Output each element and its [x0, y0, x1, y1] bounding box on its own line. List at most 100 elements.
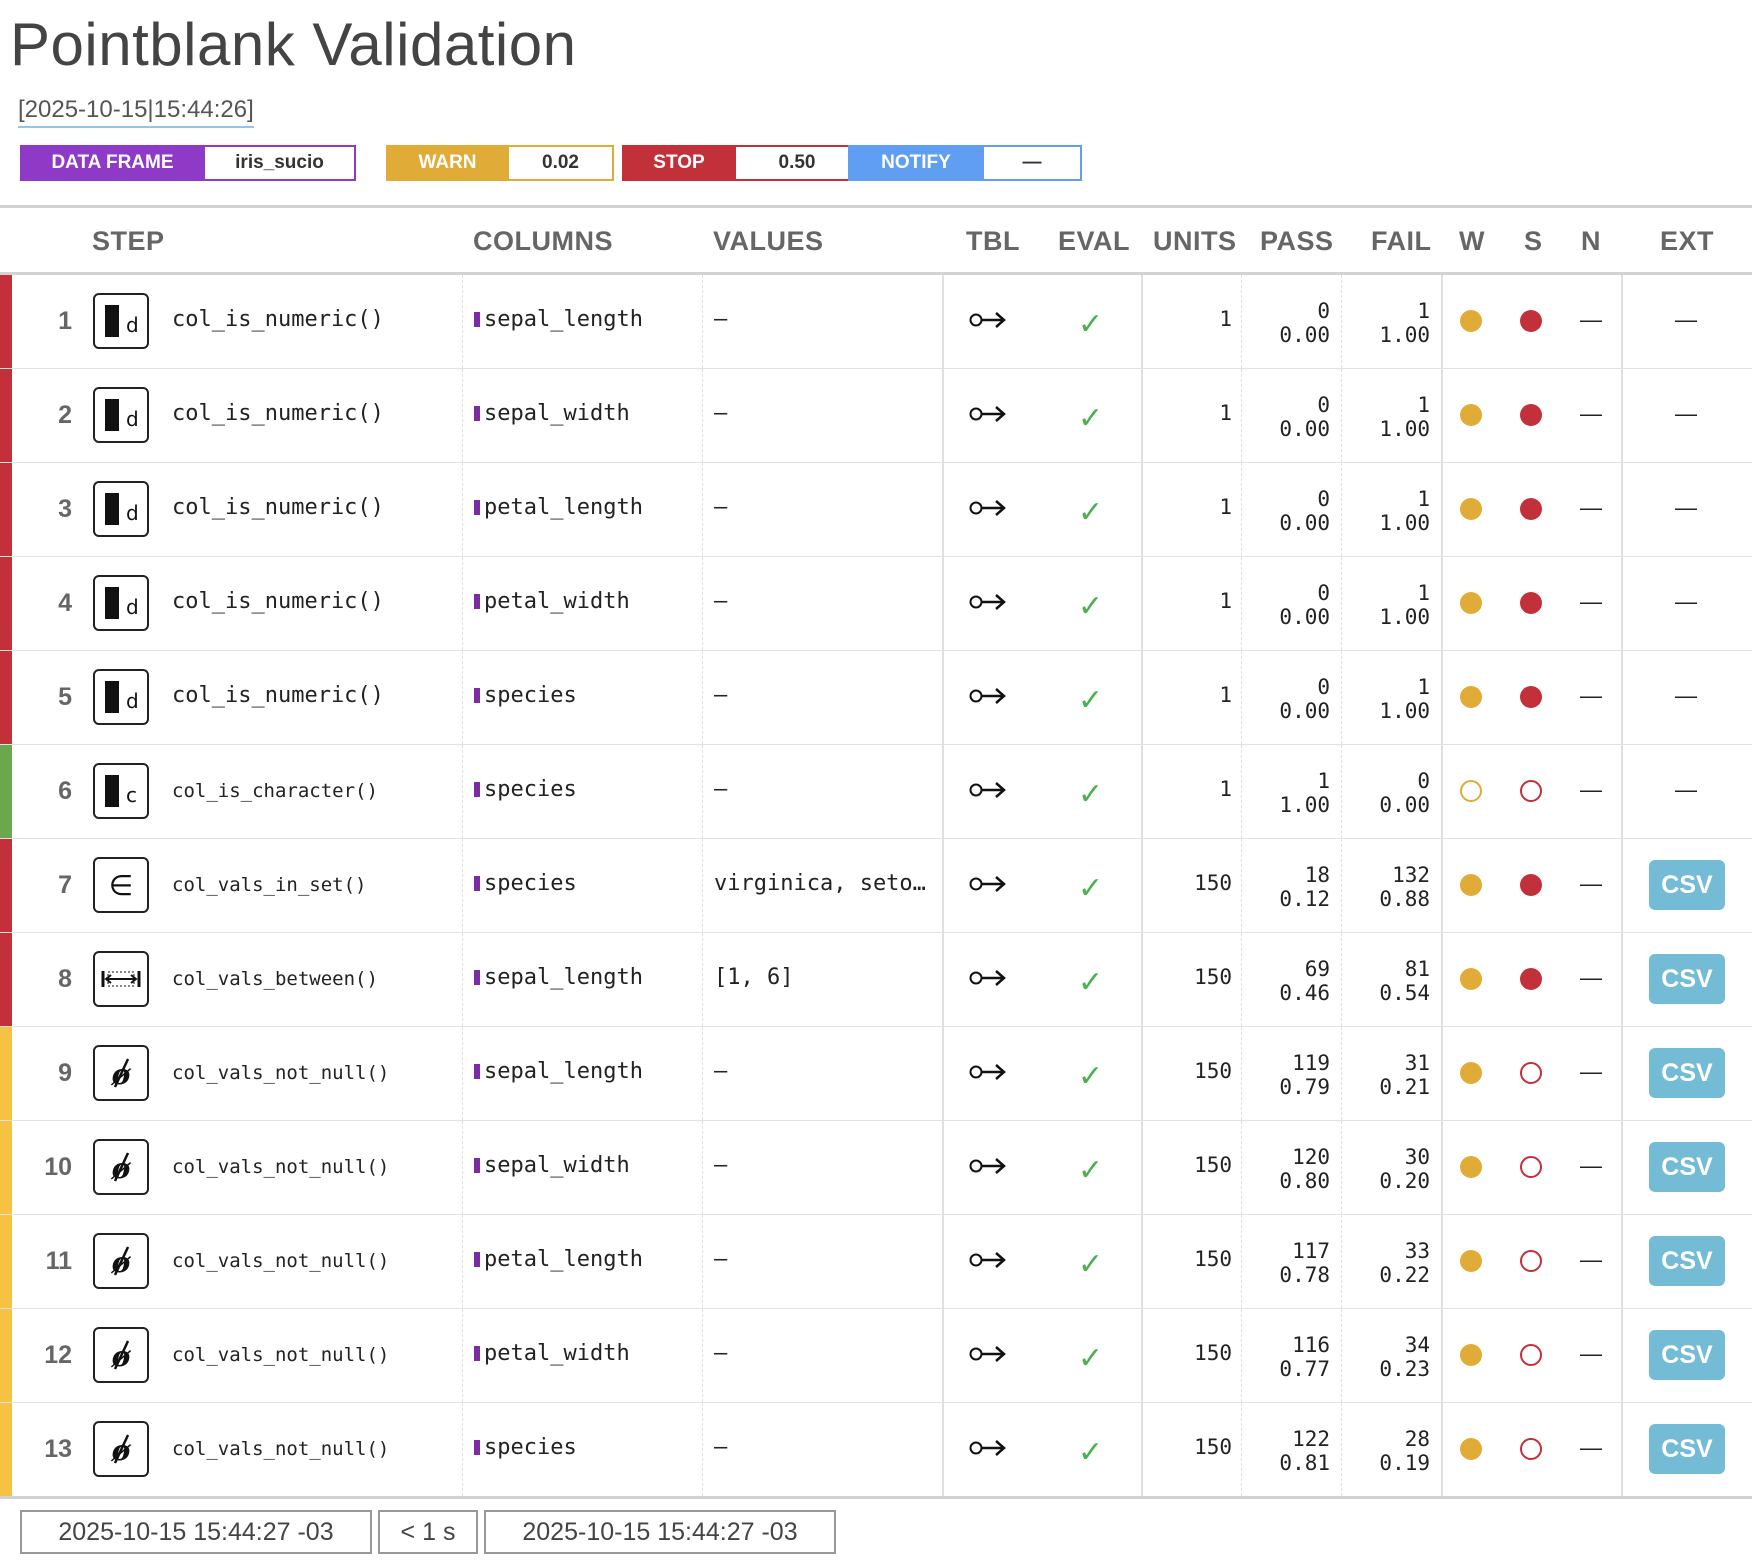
fail-fraction: 1.00 [1379, 699, 1430, 723]
pass-count: 119 [1292, 1051, 1330, 1075]
status-stripe [0, 1121, 12, 1214]
fail-fraction: 0.54 [1379, 981, 1430, 1005]
values-cell: — [714, 1059, 728, 1084]
column-divider [1621, 1027, 1623, 1120]
csv-download-button[interactable]: CSV [1649, 860, 1725, 910]
table-preview-icon [968, 1245, 1008, 1280]
notify-cell: — [1580, 401, 1602, 426]
header-eval: EVAL [1058, 226, 1131, 256]
pass-fraction: 1.00 [1279, 793, 1330, 817]
data-frame-badge: DATA FRAME iris_sucio [20, 145, 356, 181]
end-time: 2025-10-15 15:44:27 -03 [484, 1510, 836, 1554]
values-cell: — [714, 1247, 728, 1272]
warn-indicator-icon [1460, 1156, 1482, 1178]
column-divider [1621, 839, 1623, 932]
csv-download-button[interactable]: CSV [1649, 1048, 1725, 1098]
pass-cell: 0 0.00 [1240, 487, 1330, 535]
notify-cell: — [1580, 1059, 1602, 1084]
step-number: 9 [58, 1059, 72, 1087]
stop-indicator-icon [1520, 1344, 1542, 1366]
column-divider [1621, 745, 1623, 838]
fail-cell: 34 0.23 [1340, 1333, 1430, 1381]
values-cell: — [714, 401, 728, 426]
column-divider [462, 839, 463, 932]
notify-cell: — [1580, 307, 1602, 332]
csv-download-button[interactable]: CSV [1649, 1330, 1725, 1380]
notify-cell: — [1580, 1247, 1602, 1272]
fail-cell: 1 1.00 [1340, 487, 1430, 535]
units-cell: 150 [1194, 965, 1232, 989]
csv-download-button[interactable]: CSV [1649, 1236, 1725, 1286]
column-divider [1441, 651, 1443, 744]
column-name: petal_width [474, 589, 630, 614]
column-divider [942, 1403, 944, 1496]
values-cell: — [714, 1341, 728, 1366]
column-divider [702, 651, 703, 744]
fail-fraction: 0.88 [1379, 887, 1430, 911]
column-divider [1441, 1309, 1443, 1402]
svg-text:d: d [126, 595, 139, 619]
units-cell: 1 [1219, 401, 1232, 425]
column-divider [462, 463, 463, 556]
column-divider [1621, 1215, 1623, 1308]
units-cell: 1 [1219, 777, 1232, 801]
values-cell: — [714, 683, 728, 708]
pass-fraction: 0.00 [1279, 699, 1330, 723]
stop-indicator-icon [1520, 404, 1542, 426]
table-preview-icon [968, 1151, 1008, 1186]
fail-cell: 30 0.20 [1340, 1145, 1430, 1193]
units-cell: 150 [1194, 1153, 1232, 1177]
notify-cell: — [1580, 965, 1602, 990]
stop-indicator-icon [1520, 498, 1542, 520]
notify-cell: — [1580, 1341, 1602, 1366]
notify-cell: — [1580, 589, 1602, 614]
csv-download-button[interactable]: CSV [1649, 1424, 1725, 1474]
table-preview-icon [968, 681, 1008, 716]
warn-indicator-icon [1460, 404, 1482, 426]
table-preview-icon [968, 869, 1008, 904]
header-step: STEP [92, 226, 165, 256]
table-row: 13 ø col_vals_not_null() species — ✓ 150 1220.8… [0, 1403, 1752, 1496]
column-divider [1621, 275, 1623, 368]
column-divider [702, 557, 703, 650]
svg-text:d: d [126, 501, 139, 525]
column-divider [942, 1215, 944, 1308]
pass-cell: 119 0.79 [1240, 1051, 1330, 1099]
step-function: col_is_numeric() [172, 683, 384, 708]
pass-cell: 120 0.80 [1240, 1145, 1330, 1193]
header-columns: COLUMNS [473, 226, 613, 256]
step-function: col_vals_not_null() [172, 1062, 390, 1084]
csv-download-button[interactable]: CSV [1649, 1142, 1725, 1192]
svg-text:c: c [126, 783, 137, 807]
fail-count: 1 [1417, 299, 1430, 323]
validation-timestamp: [2025-10-15|15:44:26] [18, 96, 254, 128]
step-function: col_vals_not_null() [172, 1250, 390, 1272]
column-divider [702, 1121, 703, 1214]
header-ext: EXT [1660, 226, 1715, 256]
fail-count: 0 [1417, 769, 1430, 793]
stop-indicator-icon [1520, 310, 1542, 332]
fail-fraction: 0.19 [1379, 1451, 1430, 1475]
column-divider [1441, 933, 1443, 1026]
header-units: UNITS [1153, 226, 1237, 256]
eval-check-icon: ✓ [1078, 778, 1104, 811]
in-set-icon: ∈ [93, 857, 149, 913]
stop-indicator-icon [1520, 592, 1542, 614]
status-stripe [0, 557, 12, 650]
fail-fraction: 1.00 [1379, 417, 1430, 441]
status-stripe [0, 839, 12, 932]
step-function: col_vals_not_null() [172, 1438, 390, 1460]
csv-download-button[interactable]: CSV [1649, 954, 1725, 1004]
table-body: 1 d col_is_numeric() sepal_length — ✓ 1 0 0.00 1 1… [0, 275, 1752, 1496]
units-cell: 1 [1219, 589, 1232, 613]
stop-label: STOP [622, 145, 736, 181]
stop-indicator-icon [1520, 780, 1542, 802]
extract-cell: — [1675, 683, 1697, 708]
warn-indicator-icon [1460, 1344, 1482, 1366]
column-divider [1621, 1121, 1623, 1214]
stop-indicator-icon [1520, 1156, 1542, 1178]
column-divider [1441, 1027, 1443, 1120]
column-divider [462, 1309, 463, 1402]
header-values: VALUES [713, 226, 824, 256]
table-row: 2 d col_is_numeric() sepal_width — ✓ 1 0 0.00 1 1.… [0, 369, 1752, 463]
